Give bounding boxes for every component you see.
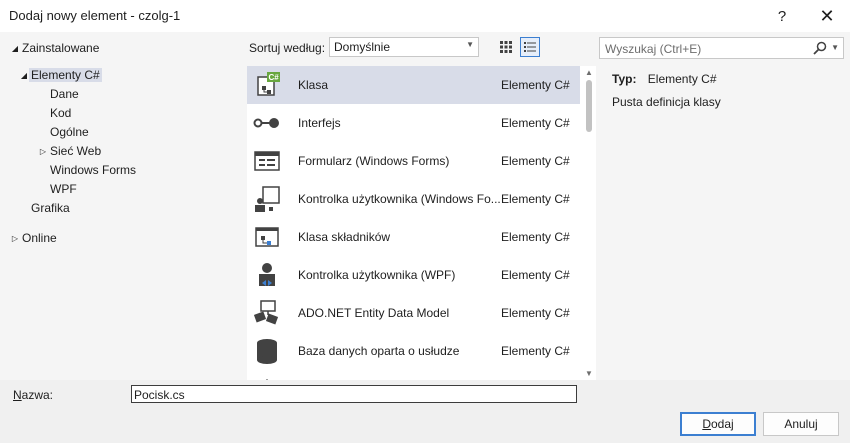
chevron-down-icon: ▼ bbox=[466, 40, 474, 49]
category-tree: ◢ Zainstalowane ◢ Elementy C# Dane Kod O… bbox=[0, 32, 240, 380]
template-name: Klasa składników bbox=[298, 230, 391, 244]
collapsed-arrow-icon[interactable]: ▷ bbox=[10, 229, 20, 248]
bottom-panel: Nazwa: Dodaj Anuluj bbox=[0, 380, 850, 443]
title-bar: Dodaj nowy element - czolg-1 ? ✕ bbox=[0, 0, 850, 32]
user-control-icon bbox=[255, 186, 280, 212]
expanded-arrow-icon[interactable]: ◢ bbox=[10, 39, 20, 58]
template-category: Elementy C# bbox=[501, 192, 570, 206]
expanded-arrow-icon[interactable]: ◢ bbox=[19, 66, 29, 85]
search-placeholder: Wyszukaj (Ctrl+E) bbox=[605, 42, 702, 56]
template-name: Formularz (Windows Forms) bbox=[298, 154, 450, 168]
help-button[interactable]: ? bbox=[760, 0, 804, 32]
windows-form-icon bbox=[254, 151, 280, 171]
list-view-icon bbox=[524, 42, 536, 52]
grid-view-button[interactable] bbox=[496, 37, 516, 57]
template-name: Kontrolka użytkownika (WPF) bbox=[298, 268, 456, 282]
list-item[interactable]: Kontrolka użytkownika (WPF) Elementy C# bbox=[247, 256, 580, 294]
search-options-chevron-icon[interactable]: ▼ bbox=[831, 43, 839, 52]
sort-dropdown[interactable]: Domyślnie ▼ bbox=[329, 37, 479, 57]
cancel-button[interactable]: Anuluj bbox=[763, 412, 839, 436]
template-category: Elementy C# bbox=[501, 306, 570, 320]
tree-item-grafika[interactable]: Grafika bbox=[31, 199, 70, 218]
sort-toolbar: Sortuj według: Domyślnie ▼ bbox=[240, 32, 600, 62]
type-value: Elementy C# bbox=[647, 72, 717, 86]
template-description: Pusta definicja klasy bbox=[612, 95, 721, 109]
scroll-down-arrow-icon[interactable]: ▼ bbox=[585, 369, 593, 378]
list-view-button[interactable] bbox=[520, 37, 540, 57]
template-category: Elementy C# bbox=[501, 116, 570, 130]
add-button[interactable]: Dodaj bbox=[680, 412, 756, 436]
list-item[interactable] bbox=[247, 370, 580, 380]
name-label: Nazwa: bbox=[13, 388, 54, 402]
search-icon[interactable] bbox=[813, 41, 827, 55]
tree-item-windows-forms[interactable]: Windows Forms bbox=[50, 161, 136, 180]
tree-item-csharp[interactable]: ◢ Elementy C# bbox=[21, 66, 102, 85]
list-item[interactable]: Kontrolka użytkownika (Windows Fo... Ele… bbox=[247, 180, 580, 218]
scrollbar-thumb[interactable] bbox=[586, 80, 592, 132]
details-panel: Typ: Elementy C# Pusta definicja klasy bbox=[612, 72, 842, 109]
list-item[interactable]: Interfejs Elementy C# bbox=[247, 104, 580, 142]
close-button[interactable]: ✕ bbox=[805, 0, 849, 32]
tree-item-wpf[interactable]: WPF bbox=[50, 180, 77, 199]
component-class-icon bbox=[255, 227, 279, 247]
entity-data-model-icon bbox=[253, 300, 279, 325]
template-category: Elementy C# bbox=[501, 230, 570, 244]
template-name: ADO.NET Entity Data Model bbox=[298, 306, 450, 320]
grid-view-icon bbox=[500, 41, 512, 53]
list-item[interactable]: ADO.NET Entity Data Model Elementy C# bbox=[247, 294, 580, 332]
type-label: Typ: bbox=[612, 72, 637, 86]
tree-item-installed[interactable]: ◢ Zainstalowane bbox=[12, 39, 99, 58]
template-name: Interfejs bbox=[298, 116, 341, 130]
class-icon: C# bbox=[257, 72, 280, 96]
template-name: Baza danych oparta o usłudze bbox=[298, 344, 460, 358]
collapsed-arrow-icon[interactable]: ▷ bbox=[38, 142, 48, 161]
name-field[interactable] bbox=[131, 385, 577, 403]
add-button-label: Dodaj bbox=[702, 417, 734, 431]
sort-value: Domyślnie bbox=[334, 40, 391, 54]
sort-label: Sortuj według: bbox=[249, 41, 326, 55]
tree-item-online[interactable]: ▷ Online bbox=[12, 229, 57, 248]
list-item[interactable]: C# Klasa Elementy C# bbox=[247, 66, 580, 104]
template-category: Elementy C# bbox=[501, 78, 570, 92]
tree-item-siec-web[interactable]: ▷ Sieć Web bbox=[40, 142, 101, 161]
list-item[interactable]: Formularz (Windows Forms) Elementy C# bbox=[247, 142, 580, 180]
list-item[interactable]: Baza danych oparta o usłudze Elementy C# bbox=[247, 332, 580, 370]
template-list[interactable]: C# Klasa Elementy C# Interfejs Elementy … bbox=[247, 66, 596, 380]
wpf-user-control-icon bbox=[259, 263, 275, 286]
search-box[interactable]: Wyszukaj (Ctrl+E) ▼ bbox=[599, 37, 844, 59]
list-scrollbar[interactable]: ▲ ▼ bbox=[582, 66, 596, 380]
type-row: Typ: Elementy C# bbox=[612, 72, 842, 91]
scroll-up-arrow-icon[interactable]: ▲ bbox=[585, 68, 593, 77]
tree-item-ogolne[interactable]: Ogólne bbox=[50, 123, 89, 142]
template-category: Elementy C# bbox=[501, 154, 570, 168]
window-title: Dodaj nowy element - czolg-1 bbox=[9, 8, 181, 23]
tree-item-kod[interactable]: Kod bbox=[50, 104, 71, 123]
template-category: Elementy C# bbox=[501, 268, 570, 282]
template-name: Kontrolka użytkownika (Windows Fo... bbox=[298, 192, 501, 206]
svg-text:C#: C# bbox=[269, 73, 280, 82]
template-name: Klasa bbox=[298, 78, 329, 92]
template-category: Elementy C# bbox=[501, 344, 570, 358]
tree-item-dane[interactable]: Dane bbox=[50, 85, 79, 104]
interface-icon bbox=[253, 118, 279, 128]
database-icon bbox=[257, 339, 277, 364]
list-item[interactable]: Klasa składników Elementy C# bbox=[247, 218, 580, 256]
